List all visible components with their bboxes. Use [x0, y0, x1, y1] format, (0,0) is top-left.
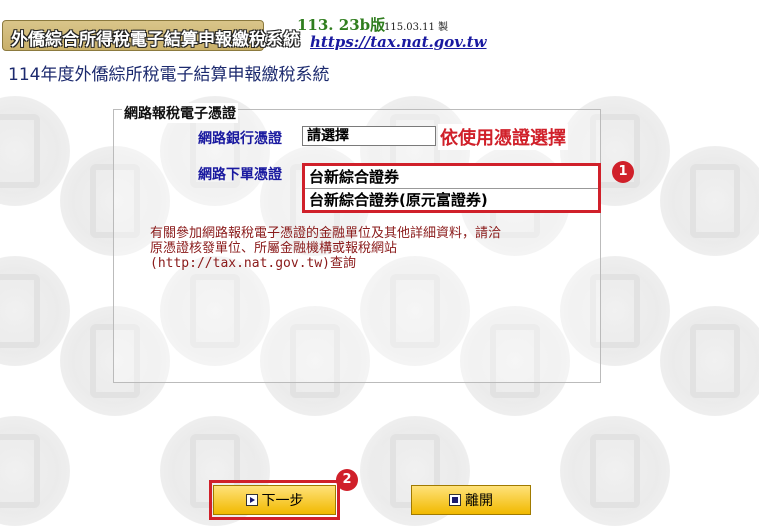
page-title: 114年度外僑綜所稅電子結算申報繳稅系統	[8, 65, 330, 85]
info-text: 有關參加網路報稅電子憑證的金融單位及其他詳細資料，請洽 原憑證核發單位、所屬金融…	[150, 226, 590, 271]
broker-option-taishin[interactable]: 台新綜合證券	[305, 166, 598, 189]
logo-text: 外僑綜合所得稅電子結算申報繳稅系統	[11, 30, 300, 50]
hint-text: 依使用憑證選擇	[438, 124, 568, 150]
next-button[interactable]: 下一步	[213, 485, 336, 515]
version-label: 113. 23b版	[297, 16, 386, 34]
broker-option-taishin-yuanta[interactable]: 台新綜合證券(原元富證券)	[305, 189, 598, 211]
site-link[interactable]: https://tax.nat.gov.tw	[310, 33, 487, 51]
broker-cert-label: 網路下單憑證	[198, 167, 282, 183]
info-line: (http://tax.nat.gov.tw)查詢	[150, 256, 357, 271]
play-icon	[245, 494, 258, 506]
info-line: 有關參加網路報稅電子憑證的金融單位及其他詳細資料，請洽	[150, 226, 502, 241]
section-label: 網路報稅電子憑證	[122, 103, 238, 123]
bank-cert-label: 網路銀行憑證	[198, 131, 282, 147]
version-date: 115.03.11 製	[384, 22, 449, 33]
stop-icon	[449, 494, 461, 506]
bank-cert-select[interactable]: 請選擇	[302, 126, 436, 146]
next-button-label: 下一步	[261, 493, 304, 509]
exit-button-label: 離開	[465, 493, 493, 509]
info-line: 原憑證核發單位、所屬金融機構或報稅網站	[150, 241, 398, 256]
broker-cert-listbox[interactable]: 台新綜合證券 台新綜合證券(原元富證券)	[302, 163, 601, 213]
exit-button[interactable]: 離開	[411, 485, 531, 515]
step-badge-1: 1	[612, 161, 634, 183]
system-logo: 外僑綜合所得稅電子結算申報繳稅系統	[2, 20, 300, 51]
